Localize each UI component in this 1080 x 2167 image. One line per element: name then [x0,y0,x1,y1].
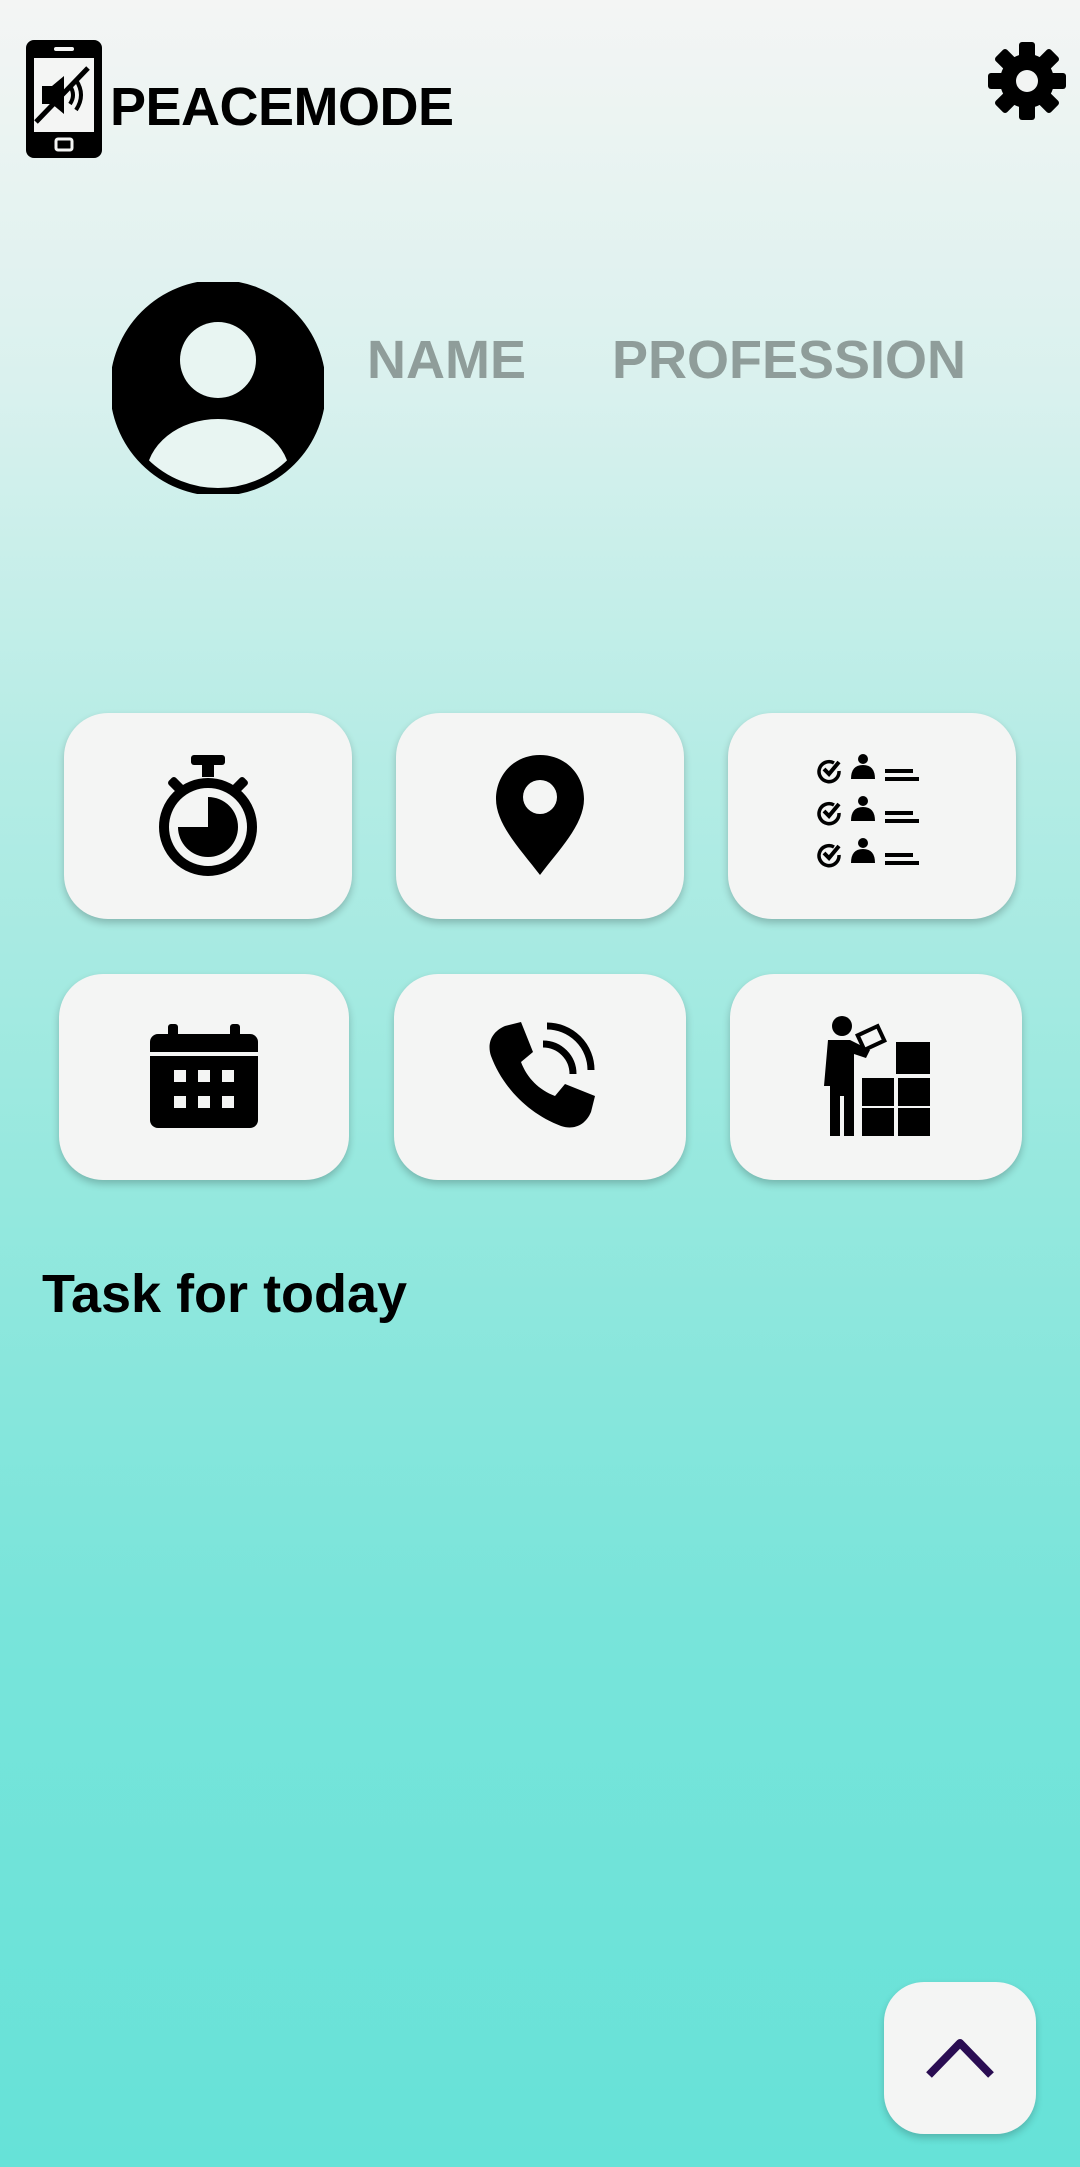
scroll-up-button[interactable] [884,1982,1036,2134]
chevron-up-icon [926,2039,994,2078]
gear-icon[interactable] [986,40,1068,122]
phone-muted-icon [24,38,104,160]
stopwatch-icon [159,755,257,876]
location-pin-icon [496,755,584,875]
user-avatar-icon[interactable] [110,280,326,496]
attendance-checklist-icon [817,754,919,868]
phone-call-button[interactable] [394,974,686,1180]
location-button[interactable] [396,713,684,919]
stopwatch-button[interactable] [64,713,352,919]
task-section-title: Task for today [42,1264,408,1324]
profile-name: NAME [367,330,526,390]
app-title: PEACEMODE [110,77,454,137]
calendar-icon [150,1024,258,1128]
attendance-button[interactable] [728,713,1016,919]
inventory-button[interactable] [730,974,1022,1180]
calendar-button[interactable] [59,974,349,1180]
inventory-worker-icon [824,1016,930,1136]
phone-call-icon [489,1022,595,1128]
profile-profession: PROFESSION [612,330,967,390]
